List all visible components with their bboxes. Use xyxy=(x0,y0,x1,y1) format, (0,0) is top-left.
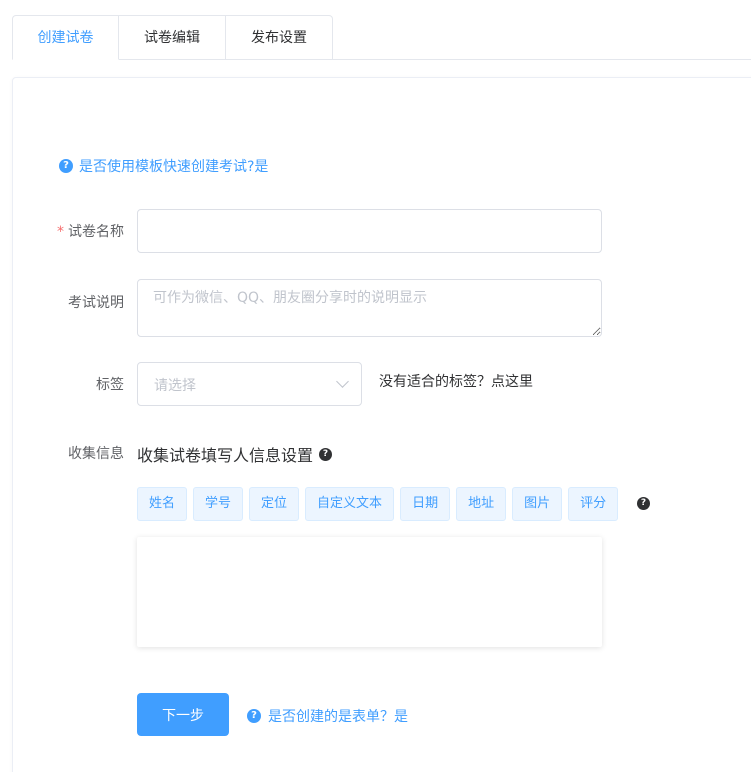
required-mark: * xyxy=(57,224,64,240)
chevron-down-icon xyxy=(336,375,349,388)
exam-description-textarea[interactable] xyxy=(137,279,602,337)
chip-custom-text[interactable]: 自定义文本 xyxy=(305,487,395,521)
next-step-button[interactable]: 下一步 xyxy=(137,693,229,736)
exam-name-label: * 试卷名称 xyxy=(57,224,124,240)
tab-edit-exam[interactable]: 试卷编辑 xyxy=(119,15,226,60)
collect-field-chips: 姓名 学号 定位 自定义文本 日期 地址 图片 评分 xyxy=(137,487,619,521)
question-circle-icon[interactable]: ? xyxy=(319,447,333,461)
form-panel xyxy=(12,77,751,772)
question-circle-icon: ? xyxy=(59,159,73,173)
form-hint-text: 是否创建的是表单？是 xyxy=(268,709,408,725)
tags-select[interactable]: 请选择 xyxy=(137,362,362,406)
form-hint-link[interactable]: ? 是否创建的是表单？是 xyxy=(247,706,408,726)
chip-location[interactable]: 定位 xyxy=(249,487,300,521)
question-circle-icon[interactable]: ? xyxy=(637,497,650,510)
chip-address[interactable]: 地址 xyxy=(456,487,507,521)
collect-info-title: 收集试卷填写人信息设置 ? xyxy=(137,442,333,466)
template-hint-text: 是否使用模板快速创建考试?是 xyxy=(79,159,269,175)
chip-student-id[interactable]: 学号 xyxy=(193,487,244,521)
template-hint-link[interactable]: ? 是否使用模板快速创建考试?是 xyxy=(59,156,268,176)
question-circle-icon: ? xyxy=(247,709,261,723)
chip-date[interactable]: 日期 xyxy=(400,487,451,521)
tab-create-exam[interactable]: 创建试卷 xyxy=(12,15,119,60)
collect-info-label: 收集信息 xyxy=(68,446,124,462)
tab-publish-settings[interactable]: 发布设置 xyxy=(226,15,333,60)
exam-name-input[interactable] xyxy=(137,209,602,253)
create-tag-link[interactable]: 没有适合的标签？点这里 xyxy=(379,371,533,391)
tab-bar: 创建试卷 试卷编辑 发布设置 xyxy=(12,15,333,60)
tags-label: 标签 xyxy=(96,377,124,393)
chip-image[interactable]: 图片 xyxy=(512,487,563,521)
tab-divider xyxy=(333,59,751,60)
exam-description-label: 考试说明 xyxy=(68,295,124,311)
tags-select-placeholder: 请选择 xyxy=(154,378,196,394)
chip-name[interactable]: 姓名 xyxy=(137,487,188,521)
chip-rating[interactable]: 评分 xyxy=(568,487,619,521)
collect-fields-area[interactable] xyxy=(137,537,602,647)
